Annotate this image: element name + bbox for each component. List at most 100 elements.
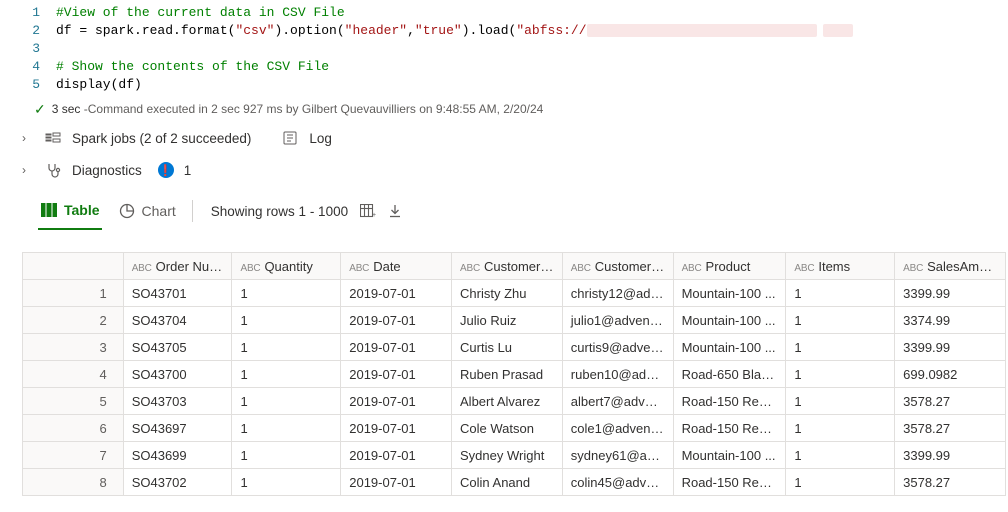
output-tabs: Table Chart Showing rows 1 - 1000 +	[0, 186, 1008, 230]
row-index: 2	[23, 307, 124, 334]
result-table[interactable]: ABCOrder Number ABCQuantity ABCDate ABCC…	[22, 252, 1006, 496]
tab-chart[interactable]: Chart	[116, 199, 178, 229]
table-row[interactable]: 7SO4369912019-07-01Sydney Wrightsydney61…	[23, 442, 1006, 469]
line-gutter: 1 2 3 4 5	[0, 4, 56, 94]
cell-product: Road-150 Red, 44	[673, 469, 786, 496]
diagnostics-row[interactable]: › Diagnostics ❗ 1	[0, 154, 1008, 186]
cell-date: 2019-07-01	[341, 280, 452, 307]
download-icon[interactable]	[388, 204, 402, 218]
success-check-icon: ✓	[34, 102, 46, 116]
cell-qty: 1	[232, 469, 341, 496]
tab-chart-label: Chart	[142, 203, 176, 219]
cell-date: 2019-07-01	[341, 361, 452, 388]
log-icon	[281, 130, 299, 146]
cell-cname: Albert Alvarez	[452, 388, 563, 415]
tab-divider	[192, 200, 193, 222]
cell-amount: 3578.27	[895, 388, 1006, 415]
code-editor[interactable]: 1 2 3 4 5 #View of the current data in C…	[0, 0, 1008, 96]
cell-date: 2019-07-01	[341, 388, 452, 415]
cell-product: Road-650 Black...	[673, 361, 786, 388]
cell-cmail: christy12@adve...	[562, 280, 673, 307]
cell-date: 2019-07-01	[341, 442, 452, 469]
diagnostics-label: Diagnostics	[72, 163, 142, 178]
code-comment: #View of the current data in CSV File	[56, 5, 345, 20]
chevron-right-icon: ›	[22, 163, 34, 177]
col-items[interactable]: ABCItems	[786, 253, 895, 280]
cell-items: 1	[786, 361, 895, 388]
cell-cmail: sydney61@adv...	[562, 442, 673, 469]
chevron-right-icon: ›	[22, 131, 34, 145]
cell-items: 1	[786, 388, 895, 415]
cell-amount: 3399.99	[895, 442, 1006, 469]
table-options-icon[interactable]: +	[360, 204, 376, 218]
cell-product: Road-150 Red, 62	[673, 415, 786, 442]
cell-qty: 1	[232, 442, 341, 469]
code-content[interactable]: #View of the current data in CSV File df…	[56, 4, 1008, 94]
col-sales-amount[interactable]: ABCSalesAmount	[895, 253, 1006, 280]
code-comment: # Show the contents of the CSV File	[56, 59, 329, 74]
col-index[interactable]	[23, 253, 124, 280]
cell-cname: Ruben Prasad	[452, 361, 563, 388]
col-order-number[interactable]: ABCOrder Number	[123, 253, 232, 280]
cell-order: SO43700	[123, 361, 232, 388]
table-header-row: ABCOrder Number ABCQuantity ABCDate ABCC…	[23, 253, 1006, 280]
cell-cname: Cole Watson	[452, 415, 563, 442]
table-row[interactable]: 4SO4370012019-07-01Ruben Prasadruben10@a…	[23, 361, 1006, 388]
spark-jobs-row[interactable]: › Spark jobs (2 of 2 succeeded) Log	[0, 122, 1008, 154]
status-duration: 3 sec	[52, 102, 81, 116]
status-text: -Command executed in 2 sec 927 ms by Gil…	[80, 102, 543, 116]
cell-cname: Julio Ruiz	[452, 307, 563, 334]
cell-items: 1	[786, 469, 895, 496]
log-label[interactable]: Log	[309, 131, 332, 146]
row-index: 6	[23, 415, 124, 442]
cell-order: SO43704	[123, 307, 232, 334]
result-table-wrap: ABCOrder Number ABCQuantity ABCDate ABCC…	[0, 230, 1008, 496]
cell-cname: Colin Anand	[452, 469, 563, 496]
cell-cname: Curtis Lu	[452, 334, 563, 361]
table-row[interactable]: 6SO4369712019-07-01Cole Watsoncole1@adve…	[23, 415, 1006, 442]
col-customer-name[interactable]: ABCCustomerNa...	[452, 253, 563, 280]
cell-cmail: curtis9@advent...	[562, 334, 673, 361]
row-index: 7	[23, 442, 124, 469]
table-row[interactable]: 5SO4370312019-07-01Albert Alvarezalbert7…	[23, 388, 1006, 415]
diagnostics-count: 1	[184, 163, 192, 178]
cell-amount: 3399.99	[895, 334, 1006, 361]
cell-date: 2019-07-01	[341, 469, 452, 496]
rows-showing-label: Showing rows 1 - 1000	[211, 204, 348, 219]
col-date[interactable]: ABCDate	[341, 253, 452, 280]
cell-items: 1	[786, 307, 895, 334]
cell-qty: 1	[232, 280, 341, 307]
cell-cmail: ruben10@adve...	[562, 361, 673, 388]
cell-product: Mountain-100 ...	[673, 280, 786, 307]
redacted-path	[587, 24, 817, 37]
spark-jobs-label: Spark jobs (2 of 2 succeeded)	[72, 131, 251, 146]
cell-date: 2019-07-01	[341, 307, 452, 334]
col-quantity[interactable]: ABCQuantity	[232, 253, 341, 280]
cell-order: SO43703	[123, 388, 232, 415]
table-row[interactable]: 1SO4370112019-07-01Christy Zhuchristy12@…	[23, 280, 1006, 307]
cell-cmail: cole1@adventu...	[562, 415, 673, 442]
cell-amount: 3578.27	[895, 469, 1006, 496]
table-row[interactable]: 2SO4370412019-07-01Julio Ruizjulio1@adve…	[23, 307, 1006, 334]
cell-cmail: albert7@advent...	[562, 388, 673, 415]
cell-amount: 3578.27	[895, 415, 1006, 442]
col-customer-email[interactable]: ABCCustomerEm...	[562, 253, 673, 280]
cell-order: SO43697	[123, 415, 232, 442]
redacted-tail	[823, 24, 853, 37]
cell-items: 1	[786, 334, 895, 361]
execution-status: ✓ 3 sec -Command executed in 2 sec 927 m…	[0, 96, 1008, 122]
table-row[interactable]: 3SO4370512019-07-01Curtis Lucurtis9@adve…	[23, 334, 1006, 361]
table-row[interactable]: 8SO4370212019-07-01Colin Anandcolin45@ad…	[23, 469, 1006, 496]
table-icon	[40, 202, 58, 218]
row-index: 3	[23, 334, 124, 361]
cell-date: 2019-07-01	[341, 334, 452, 361]
tab-table[interactable]: Table	[38, 198, 102, 230]
chart-icon	[118, 203, 136, 219]
cell-order: SO43701	[123, 280, 232, 307]
row-index: 1	[23, 280, 124, 307]
info-badge-icon: ❗	[158, 162, 174, 178]
col-product[interactable]: ABCProduct	[673, 253, 786, 280]
cell-items: 1	[786, 415, 895, 442]
cell-items: 1	[786, 280, 895, 307]
cell-amount: 699.0982	[895, 361, 1006, 388]
